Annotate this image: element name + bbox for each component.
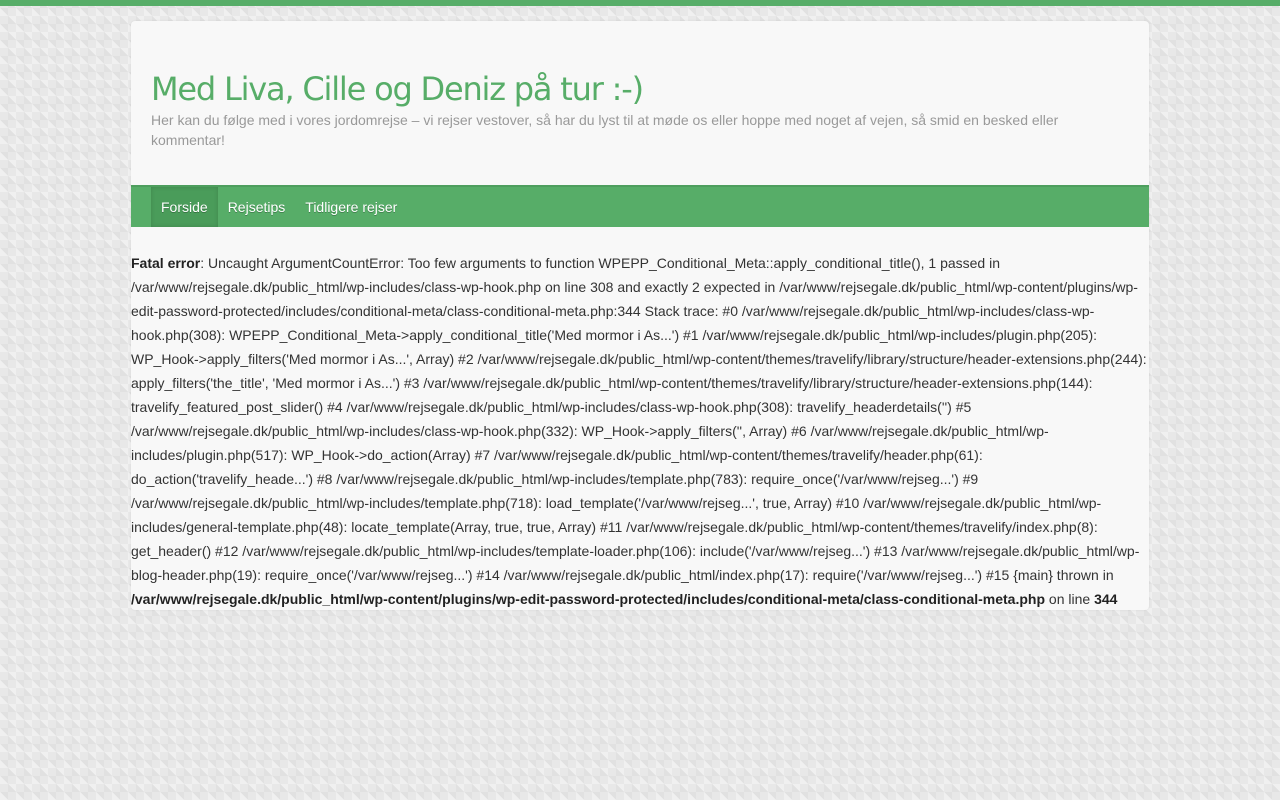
nav-item-rejsetips[interactable]: Rejsetips <box>218 187 296 227</box>
site-description: Her kan du følge med i vores jordomrejse… <box>151 112 1059 148</box>
nav-item-forside[interactable]: Forside <box>151 187 218 227</box>
nav-item-tidligere-rejser[interactable]: Tidligere rejser <box>295 187 407 227</box>
site-header: Med Liva, Cille og Deniz på tur :-) Her … <box>131 21 1149 185</box>
top-accent-bar <box>0 0 1280 6</box>
error-on-line-text: on line <box>1045 591 1095 607</box>
error-message-text: : Uncaught ArgumentCountError: Too few a… <box>131 255 1147 583</box>
error-label: Fatal error <box>131 255 201 271</box>
error-file-path: /var/www/rejsegale.dk/public_html/wp-con… <box>131 591 1046 607</box>
error-line-number: 344 <box>1094 591 1118 607</box>
page-wrapper: Med Liva, Cille og Deniz på tur :-) Her … <box>131 21 1149 610</box>
site-title[interactable]: Med Liva, Cille og Deniz på tur :-) <box>151 69 644 109</box>
nav-list: Forside Rejsetips Tidligere rejser <box>151 187 407 227</box>
php-fatal-error-message: Fatal error: Uncaught ArgumentCountError… <box>131 251 1149 611</box>
main-navigation: Forside Rejsetips Tidligere rejser <box>131 185 1149 227</box>
